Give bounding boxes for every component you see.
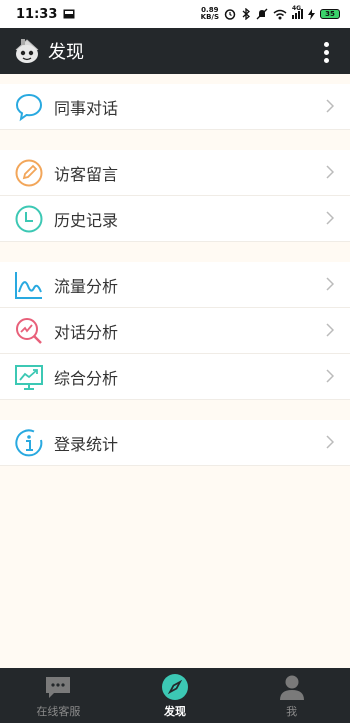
- clock-icon: [15, 205, 43, 232]
- menu-item-login-stats[interactable]: 登录统计: [0, 420, 350, 466]
- more-options-icon[interactable]: [324, 42, 330, 63]
- menu-item-label: 历史记录: [54, 210, 119, 230]
- alarm-icon: [224, 9, 236, 20]
- nav-tab-label: 我: [286, 704, 298, 718]
- net-speed: 0.89 KB/S: [200, 6, 219, 21]
- menu-item-label: 综合分析: [54, 368, 119, 388]
- discover-menu: 同事对话 访客留言 历史记录 流量分析 对话分析 综合分析 登录统计: [0, 74, 350, 466]
- menu-item-colleague-chat[interactable]: 同事对话: [0, 84, 350, 130]
- menu-item-label: 登录统计: [54, 434, 119, 454]
- menu-item-label: 对话分析: [54, 322, 119, 342]
- chat-dots-icon: [46, 676, 71, 698]
- chevron-right-icon: [326, 99, 334, 113]
- nav-tab-discover[interactable]: 发现: [117, 668, 234, 723]
- chevron-right-icon: [326, 277, 334, 291]
- menu-item-history[interactable]: 历史记录: [0, 196, 350, 242]
- nav-tab-label: 发现: [164, 704, 186, 718]
- charging-icon: [308, 8, 315, 20]
- compass-icon: [162, 673, 188, 700]
- menu-item-visitor-messages[interactable]: 访客留言: [0, 150, 350, 196]
- chevron-right-icon: [326, 211, 334, 225]
- nav-tab-me[interactable]: 我: [233, 668, 350, 723]
- mute-icon: [256, 8, 268, 20]
- nav-tab-label: 在线客服: [36, 704, 81, 718]
- message-notification-icon: [63, 9, 75, 19]
- menu-item-label: 同事对话: [54, 98, 119, 118]
- app-bar: 发现: [0, 28, 350, 74]
- chevron-right-icon: [326, 435, 334, 449]
- wifi-icon: [273, 9, 287, 19]
- line-graph-icon: [15, 271, 42, 299]
- menu-item-label: 访客留言: [54, 164, 119, 184]
- chat-bubble-icon: [15, 93, 43, 121]
- bluetooth-icon: [242, 8, 250, 20]
- status-time: 11:33: [16, 6, 58, 22]
- magnifier-chart-icon: [16, 317, 42, 344]
- menu-item-traffic-analysis[interactable]: 流量分析: [0, 262, 350, 308]
- user-profile-icon: [279, 675, 304, 700]
- menu-item-label: 流量分析: [54, 276, 119, 296]
- chevron-right-icon: [326, 323, 334, 337]
- menu-item-overall-analysis[interactable]: 综合分析: [0, 354, 350, 400]
- info-icon: [15, 428, 43, 456]
- status-bar: 11:33 0.89 KB/S 4G 35: [0, 0, 350, 28]
- bottom-navigation: 在线客服 发现 我: [0, 668, 350, 723]
- monitor-trend-icon: [15, 364, 43, 390]
- nav-tab-online-service[interactable]: 在线客服: [0, 668, 117, 723]
- menu-item-chat-analysis[interactable]: 对话分析: [0, 308, 350, 354]
- chevron-right-icon: [326, 165, 334, 179]
- app-logo-icon: [15, 39, 39, 63]
- cell-signal-icon: 4G: [292, 5, 303, 19]
- page-title: 发现: [48, 42, 84, 63]
- chevron-right-icon: [326, 369, 334, 383]
- edit-pencil-icon: [15, 159, 43, 186]
- battery-indicator: 35: [320, 9, 340, 19]
